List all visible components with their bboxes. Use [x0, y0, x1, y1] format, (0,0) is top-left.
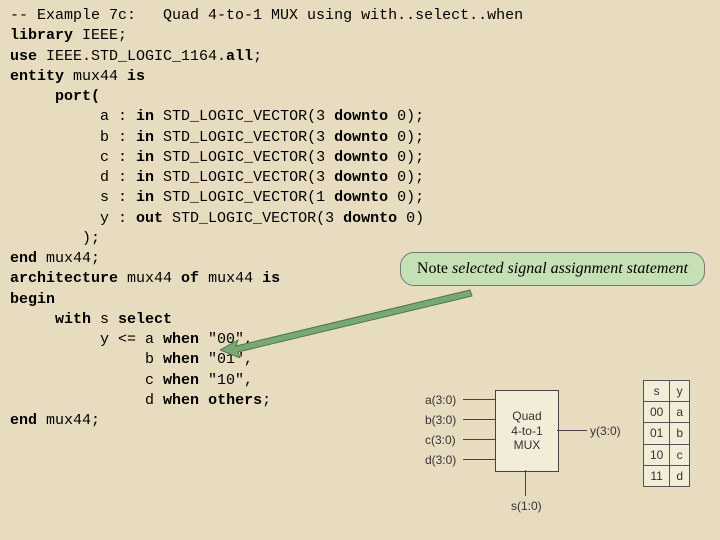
- note-callout: Note selected signal assignment statemen…: [400, 252, 705, 286]
- callout-italic: selected signal assignment statement: [452, 260, 688, 277]
- truth-table: sy 00a 01b 10c 11d: [643, 380, 690, 487]
- comment: -- Example 7c: Quad 4-to-1 MUX using wit…: [10, 7, 523, 24]
- mux-box: Quad 4-to-1 MUX: [495, 390, 559, 472]
- callout-arrow: [220, 278, 480, 358]
- table-row: 10c: [643, 444, 689, 465]
- port-a-label: a(3:0): [425, 392, 456, 408]
- port-y-label: y(3:0): [590, 423, 621, 439]
- table-row: 00a: [643, 402, 689, 423]
- callout-lead: Note: [417, 260, 452, 277]
- port-b-label: b(3:0): [425, 412, 456, 428]
- table-row: 01b: [643, 423, 689, 444]
- port-d-label: d(3:0): [425, 452, 456, 468]
- mux-diagram: a(3:0) b(3:0) c(3:0) d(3:0) Quad 4-to-1 …: [425, 380, 690, 520]
- port-s-label: s(1:0): [511, 498, 542, 514]
- table-row: 11d: [643, 465, 689, 486]
- port-c-label: c(3:0): [425, 432, 456, 448]
- mux-schematic: a(3:0) b(3:0) c(3:0) d(3:0) Quad 4-to-1 …: [425, 380, 625, 520]
- vhdl-code-block: -- Example 7c: Quad 4-to-1 MUX using wit…: [0, 0, 720, 437]
